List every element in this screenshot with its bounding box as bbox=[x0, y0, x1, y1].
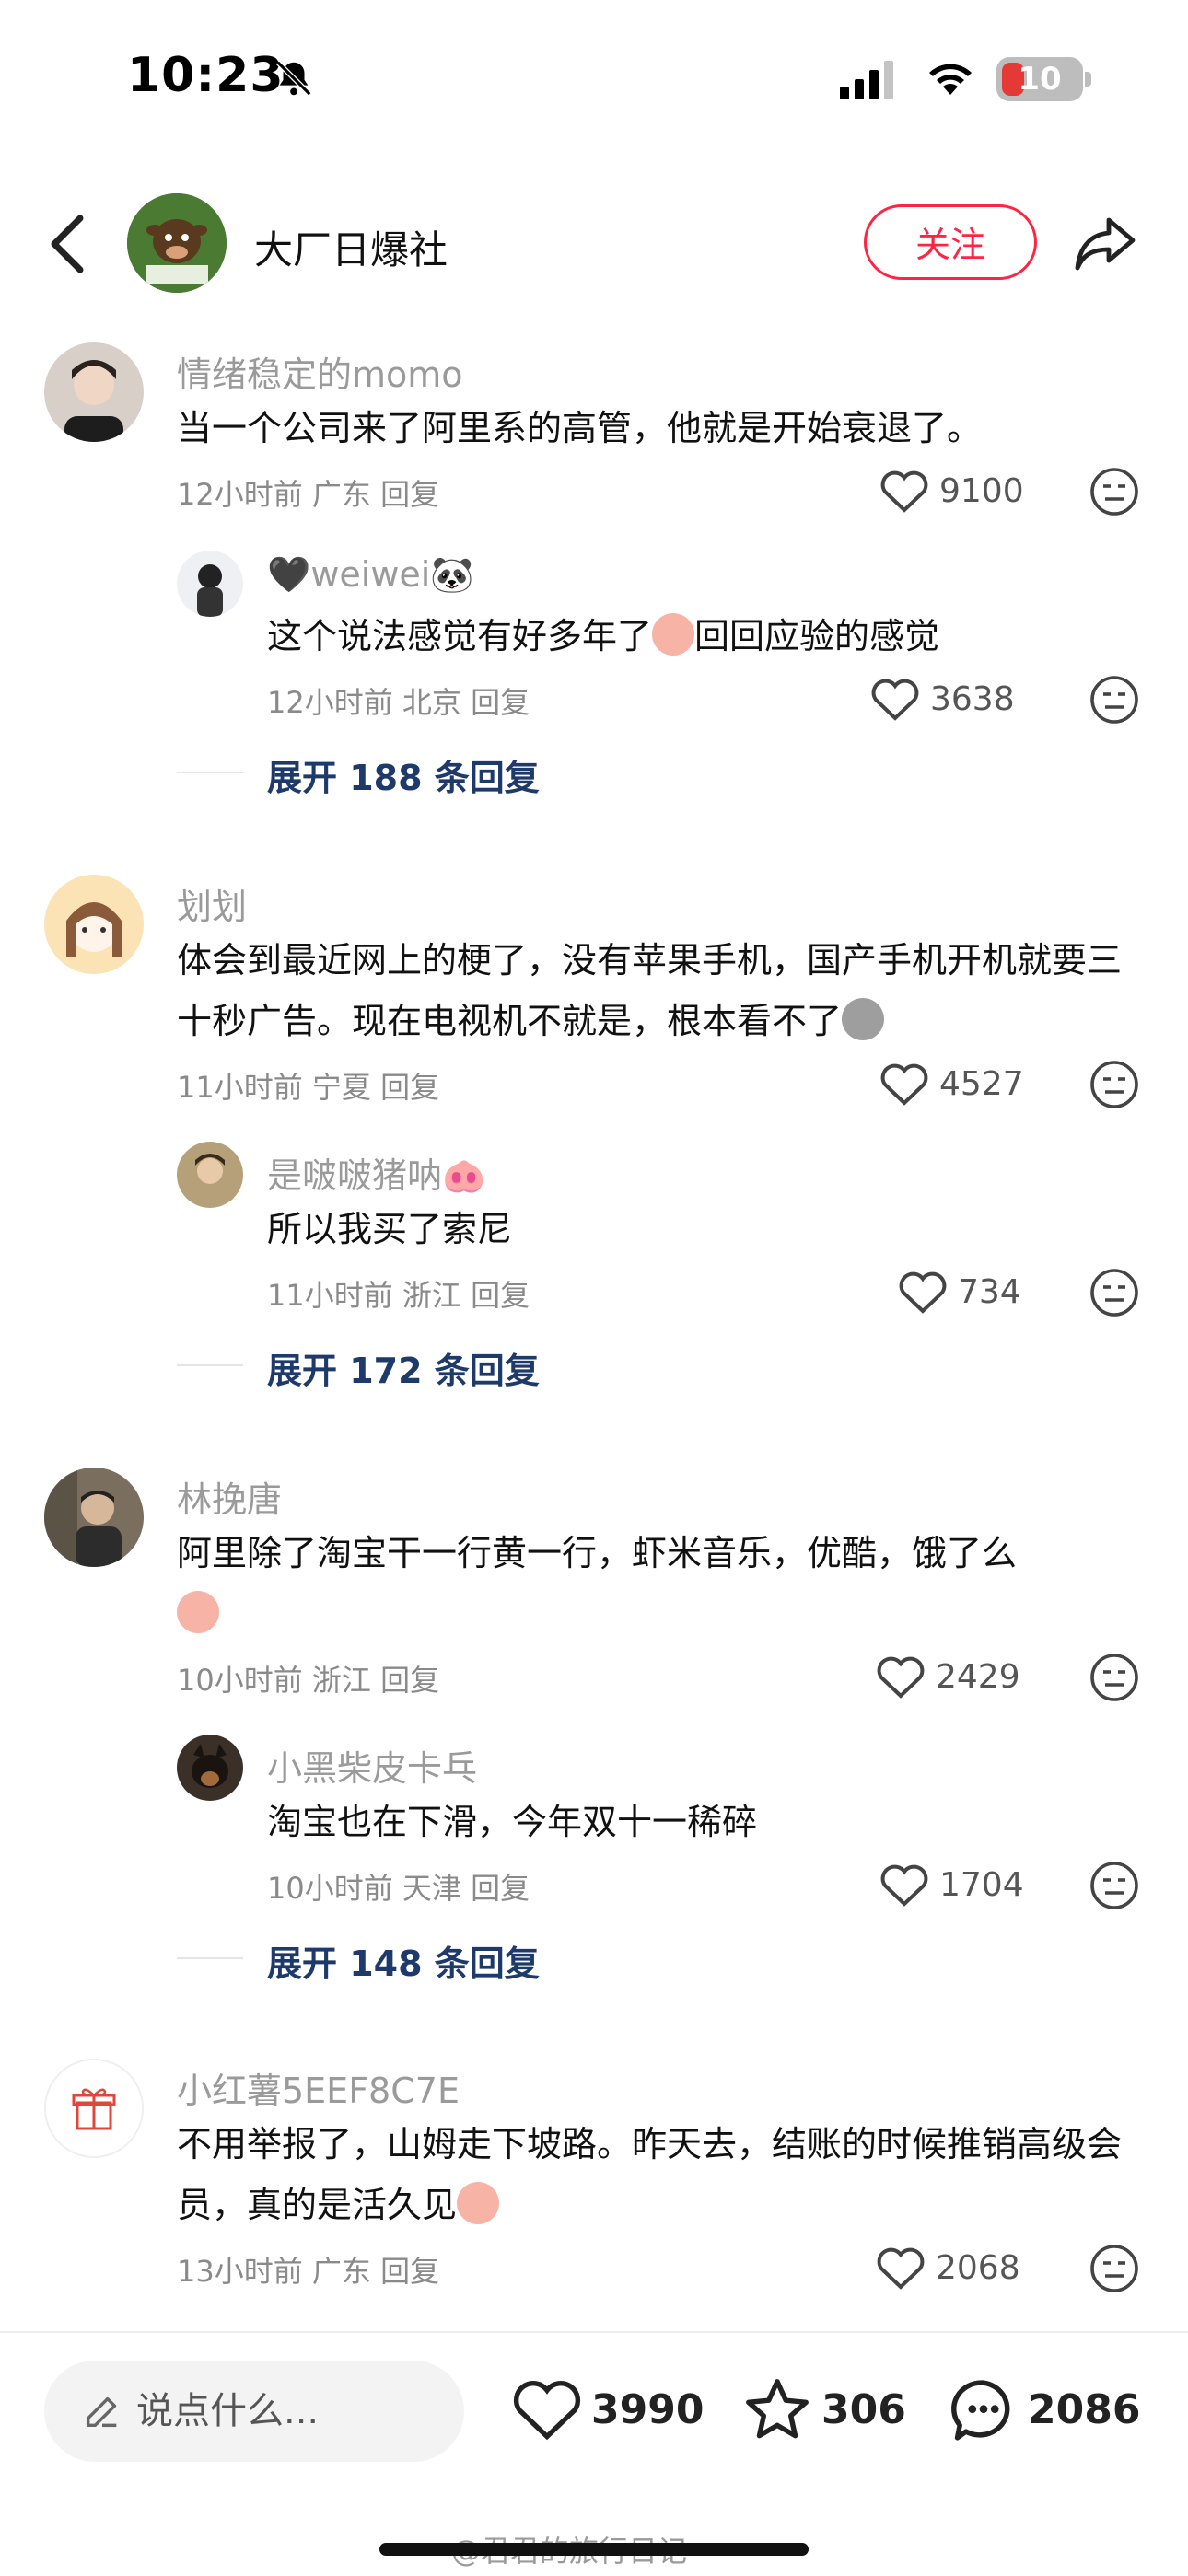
status-bar: 10:23 10 bbox=[0, 0, 1188, 157]
reply-text: 淘宝也在下滑，今年双十一稀碎 bbox=[267, 1802, 758, 1842]
like-count: 2068 bbox=[936, 2249, 1020, 2287]
share-icon[interactable] bbox=[1072, 212, 1138, 276]
bell-muted-icon bbox=[275, 60, 312, 97]
like-count: 4527 bbox=[939, 1065, 1024, 1103]
like-button[interactable]: 3638 bbox=[869, 674, 1035, 725]
heart-icon bbox=[880, 1063, 928, 1106]
heart-icon bbox=[871, 679, 919, 721]
follow-button[interactable]: 关注 bbox=[864, 204, 1037, 280]
pencil-icon bbox=[86, 2396, 117, 2428]
gift-icon bbox=[46, 2060, 142, 2156]
expand-replies-link[interactable]: 展开 172 条回复 bbox=[267, 1342, 540, 1393]
heart-icon bbox=[899, 1271, 947, 1314]
reply-meta: 11小时前 浙江 回复 bbox=[267, 1278, 530, 1313]
dislike-icon[interactable] bbox=[1089, 466, 1140, 517]
wifi-icon bbox=[929, 64, 972, 95]
dislike-icon[interactable] bbox=[1089, 674, 1140, 725]
like-count: 1704 bbox=[939, 1866, 1024, 1904]
commenter-avatar[interactable] bbox=[44, 1468, 144, 1567]
post-favorite-count: 306 bbox=[821, 2386, 906, 2433]
reply-link[interactable]: 回复 bbox=[471, 1278, 530, 1313]
account-name[interactable]: 大厂日爆社 bbox=[254, 219, 448, 275]
comment-meta: 12小时前 广东 回复 bbox=[177, 477, 440, 512]
like-button[interactable]: 4527 bbox=[879, 1059, 1035, 1110]
comment-input-placeholder: 说点什么... bbox=[136, 2390, 320, 2432]
replier-avatar[interactable] bbox=[177, 551, 243, 617]
cellular-signal-icon bbox=[840, 61, 893, 99]
bottom-action-bar: 说点什么... 3990 306 2086 @君君的旅行日记 bbox=[0, 2331, 1188, 2576]
chat-bubble-icon bbox=[951, 2380, 1010, 2441]
replier-name[interactable]: 是啵啵猪呐🐽 bbox=[267, 1147, 485, 1198]
commenter-avatar[interactable] bbox=[44, 342, 144, 442]
expand-replies-link[interactable]: 展开 148 条回复 bbox=[267, 1935, 540, 1986]
heart-icon bbox=[880, 1864, 928, 1907]
heart-icon bbox=[880, 470, 928, 513]
comment-input[interactable]: 说点什么... bbox=[44, 2361, 464, 2462]
dislike-icon[interactable] bbox=[1089, 1059, 1140, 1110]
replier-avatar[interactable] bbox=[177, 1735, 243, 1801]
reply-link[interactable]: 回复 bbox=[380, 1663, 439, 1698]
post-like-count: 3990 bbox=[591, 2386, 705, 2433]
commenter-name[interactable]: 情绪稳定的momo bbox=[177, 346, 463, 397]
like-count: 734 bbox=[958, 1273, 1021, 1311]
back-arrow-icon[interactable] bbox=[44, 212, 90, 276]
comment-text: 当一个公司来了阿里系的高管，他就是开始衰退了。 bbox=[177, 408, 983, 448]
comment-meta: 10小时前 浙江 回复 bbox=[177, 1663, 440, 1698]
commenter-avatar[interactable] bbox=[44, 2059, 144, 2158]
dislike-icon[interactable] bbox=[1089, 1267, 1140, 1318]
replier-avatar[interactable] bbox=[177, 1142, 243, 1208]
like-post-button[interactable]: 3990 bbox=[512, 2366, 705, 2454]
post-header: 大厂日爆社 关注 bbox=[0, 184, 1188, 304]
reply-link[interactable]: 回复 bbox=[380, 1070, 439, 1105]
dislike-icon[interactable] bbox=[1089, 1860, 1140, 1911]
favorite-post-button[interactable]: 306 bbox=[742, 2366, 914, 2454]
expand-replies-link[interactable]: 展开 188 条回复 bbox=[267, 749, 540, 800]
like-count: 9100 bbox=[939, 472, 1024, 510]
comment-text: 不用举报了，山姆走下坡路。昨天去，结账的时候推销高级会员，真的是活久见 bbox=[177, 2124, 1123, 2225]
crying-emoji-icon bbox=[652, 613, 695, 656]
post-comment-count: 2086 bbox=[1028, 2386, 1141, 2433]
like-button[interactable]: 1704 bbox=[879, 1860, 1035, 1911]
commenter-name[interactable]: 林挽唐 bbox=[177, 1471, 282, 1522]
home-indicator[interactable] bbox=[379, 2543, 809, 2556]
heart-icon bbox=[513, 2380, 581, 2441]
reply-link[interactable]: 回复 bbox=[380, 477, 439, 512]
like-button[interactable]: 734 bbox=[897, 1267, 1035, 1318]
reply-meta: 10小时前 天津 回复 bbox=[267, 1871, 530, 1906]
status-time: 10:23 bbox=[127, 48, 285, 103]
like-count: 2429 bbox=[936, 1658, 1020, 1696]
comment-meta: 13小时前 广东 回复 bbox=[177, 2254, 440, 2289]
commenter-name[interactable]: 划划 bbox=[177, 878, 247, 929]
replier-name[interactable]: 🖤weiwei🐼 bbox=[267, 554, 474, 596]
heart-icon bbox=[877, 2247, 925, 2290]
comment-post-button[interactable]: 2086 bbox=[949, 2366, 1160, 2454]
reply-meta: 12小时前 北京 回复 bbox=[267, 685, 530, 720]
like-button[interactable]: 2068 bbox=[875, 2243, 1035, 2294]
replier-name[interactable]: 小黑柴皮卡乓 bbox=[267, 1740, 477, 1791]
commenter-avatar[interactable] bbox=[44, 875, 144, 974]
dislike-icon[interactable] bbox=[1089, 2243, 1140, 2294]
reply-text: 所以我买了索尼 bbox=[267, 1209, 513, 1249]
commenter-name[interactable]: 小红薯5EEF8C7E bbox=[177, 2062, 460, 2113]
crying-emoji-icon bbox=[457, 2182, 500, 2224]
dislike-icon[interactable] bbox=[1089, 1652, 1140, 1703]
comment-meta: 11小时前 宁夏 回复 bbox=[177, 1070, 440, 1105]
like-count: 3638 bbox=[930, 680, 1015, 718]
reply-link[interactable]: 回复 bbox=[380, 2254, 439, 2289]
like-button[interactable]: 9100 bbox=[879, 466, 1035, 517]
account-avatar[interactable] bbox=[127, 193, 227, 293]
comment-text: 阿里除了淘宝干一行黄一行，虾米音乐，优酷，饿了么 bbox=[177, 1523, 1153, 1644]
battery-indicator: 10 bbox=[996, 57, 1083, 101]
reply-text: 这个说法感觉有好多年了 回回应验的感觉 bbox=[267, 606, 1151, 667]
reply-link[interactable]: 回复 bbox=[471, 685, 530, 720]
crying-emoji-icon bbox=[177, 1591, 219, 1633]
reply-link[interactable]: 回复 bbox=[471, 1871, 530, 1906]
comment-text: 体会到最近网上的梗了，没有苹果手机，国产手机开机就要三十秒广告。现在电视机不就是… bbox=[177, 940, 1123, 1041]
star-icon bbox=[746, 2379, 809, 2439]
heart-icon bbox=[877, 1656, 925, 1699]
like-button[interactable]: 2429 bbox=[875, 1652, 1035, 1703]
skull-emoji-icon bbox=[842, 998, 885, 1040]
